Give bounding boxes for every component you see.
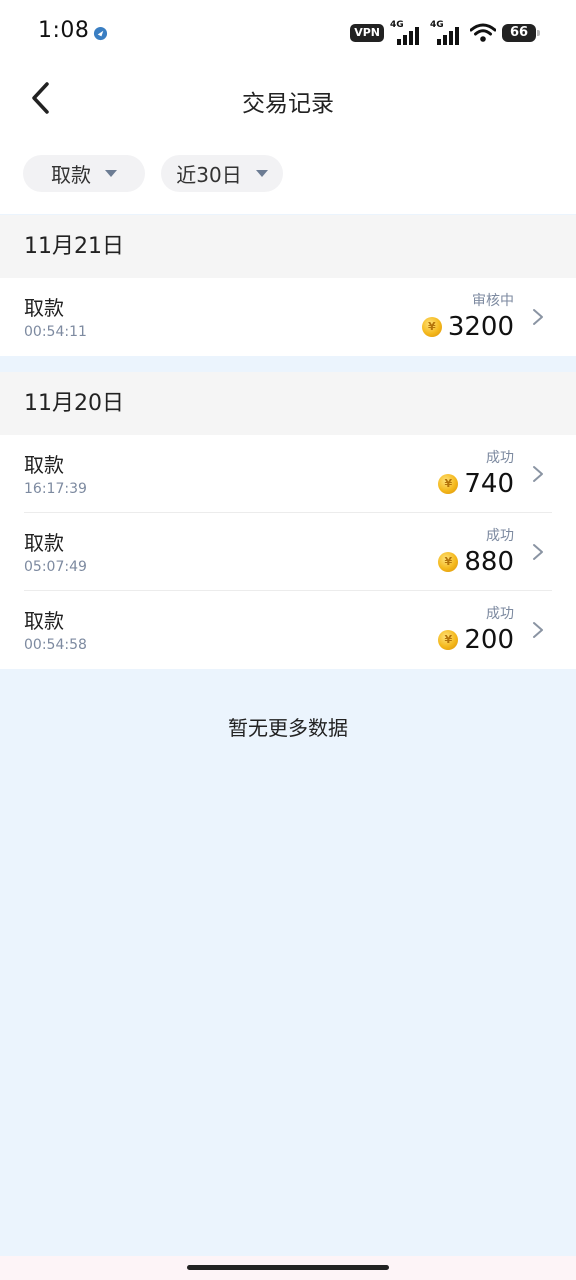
coin-icon: ¥ [421,317,442,337]
chevron-right-icon [533,622,543,638]
cellular-signal-2: 4G [430,21,464,45]
transaction-amount-group: ¥ 200 [438,625,514,655]
date-group: 11月20日 取款 16:17:39 成功 ¥ 740 取款 05:07:49 … [0,372,576,669]
transaction-type: 取款 [24,609,64,633]
signal-bars-icon [397,27,419,45]
notification-app-icon [93,26,108,41]
filter-type-label: 取款 [51,163,91,187]
filter-range-label: 近30日 [176,163,242,187]
transaction-row[interactable]: 取款 00:54:11 审核中 ¥ 3200 [0,278,576,356]
caret-down-icon [105,170,117,177]
date-header: 11月21日 [0,215,576,278]
date-group: 11月21日 取款 00:54:11 审核中 ¥ 3200 [0,215,576,356]
transaction-amount-group: ¥ 740 [438,469,514,499]
coin-icon: ¥ [438,552,459,572]
transaction-amount: 880 [464,547,514,577]
transaction-row[interactable]: 取款 05:07:49 成功 ¥ 880 [0,513,576,591]
caret-down-icon [255,170,268,177]
coin-icon: ¥ [438,630,459,650]
transaction-amount: 3200 [447,312,514,342]
transaction-time: 00:54:11 [24,324,87,340]
transaction-status: 审核中 [472,293,514,309]
transaction-status: 成功 [486,450,514,466]
status-time: 1:08 [38,18,90,43]
date-header: 11月20日 [0,372,576,435]
transaction-amount: 200 [464,625,514,655]
transaction-row[interactable]: 取款 00:54:58 成功 ¥ 200 [0,591,576,669]
battery-indicator: 66 [502,24,540,42]
vpn-badge: VPN [350,24,384,42]
transaction-time: 00:54:58 [24,637,87,653]
transaction-amount-group: ¥ 3200 [421,312,514,342]
status-icons: VPN 4G 4G 66 [350,20,540,46]
transaction-amount-group: ¥ 880 [438,547,514,577]
transaction-time: 05:07:49 [24,559,87,575]
transaction-amount: 740 [464,469,514,499]
transaction-row[interactable]: 取款 16:17:39 成功 ¥ 740 [0,435,576,513]
chevron-right-icon [533,466,543,482]
date-range-filter[interactable]: 近30日 [161,155,283,192]
transaction-type: 取款 [24,453,64,477]
transaction-status: 成功 [486,528,514,544]
signal-bars-icon [437,27,459,45]
status-bar: 1:08 VPN 4G 4G 66 [0,0,576,68]
cellular-signal-1: 4G [390,21,424,45]
coin-icon: ¥ [438,474,459,494]
transaction-time: 16:17:39 [24,481,87,497]
transaction-type-filter[interactable]: 取款 [23,155,145,192]
transaction-status: 成功 [486,606,514,622]
wifi-icon [470,23,496,42]
chevron-right-icon [533,544,543,560]
no-more-data-text: 暂无更多数据 [228,716,348,740]
page-title: 交易记录 [242,91,334,117]
transaction-type: 取款 [24,296,64,320]
transaction-type: 取款 [24,531,64,555]
chevron-right-icon [533,309,543,325]
home-indicator[interactable] [187,1265,389,1270]
